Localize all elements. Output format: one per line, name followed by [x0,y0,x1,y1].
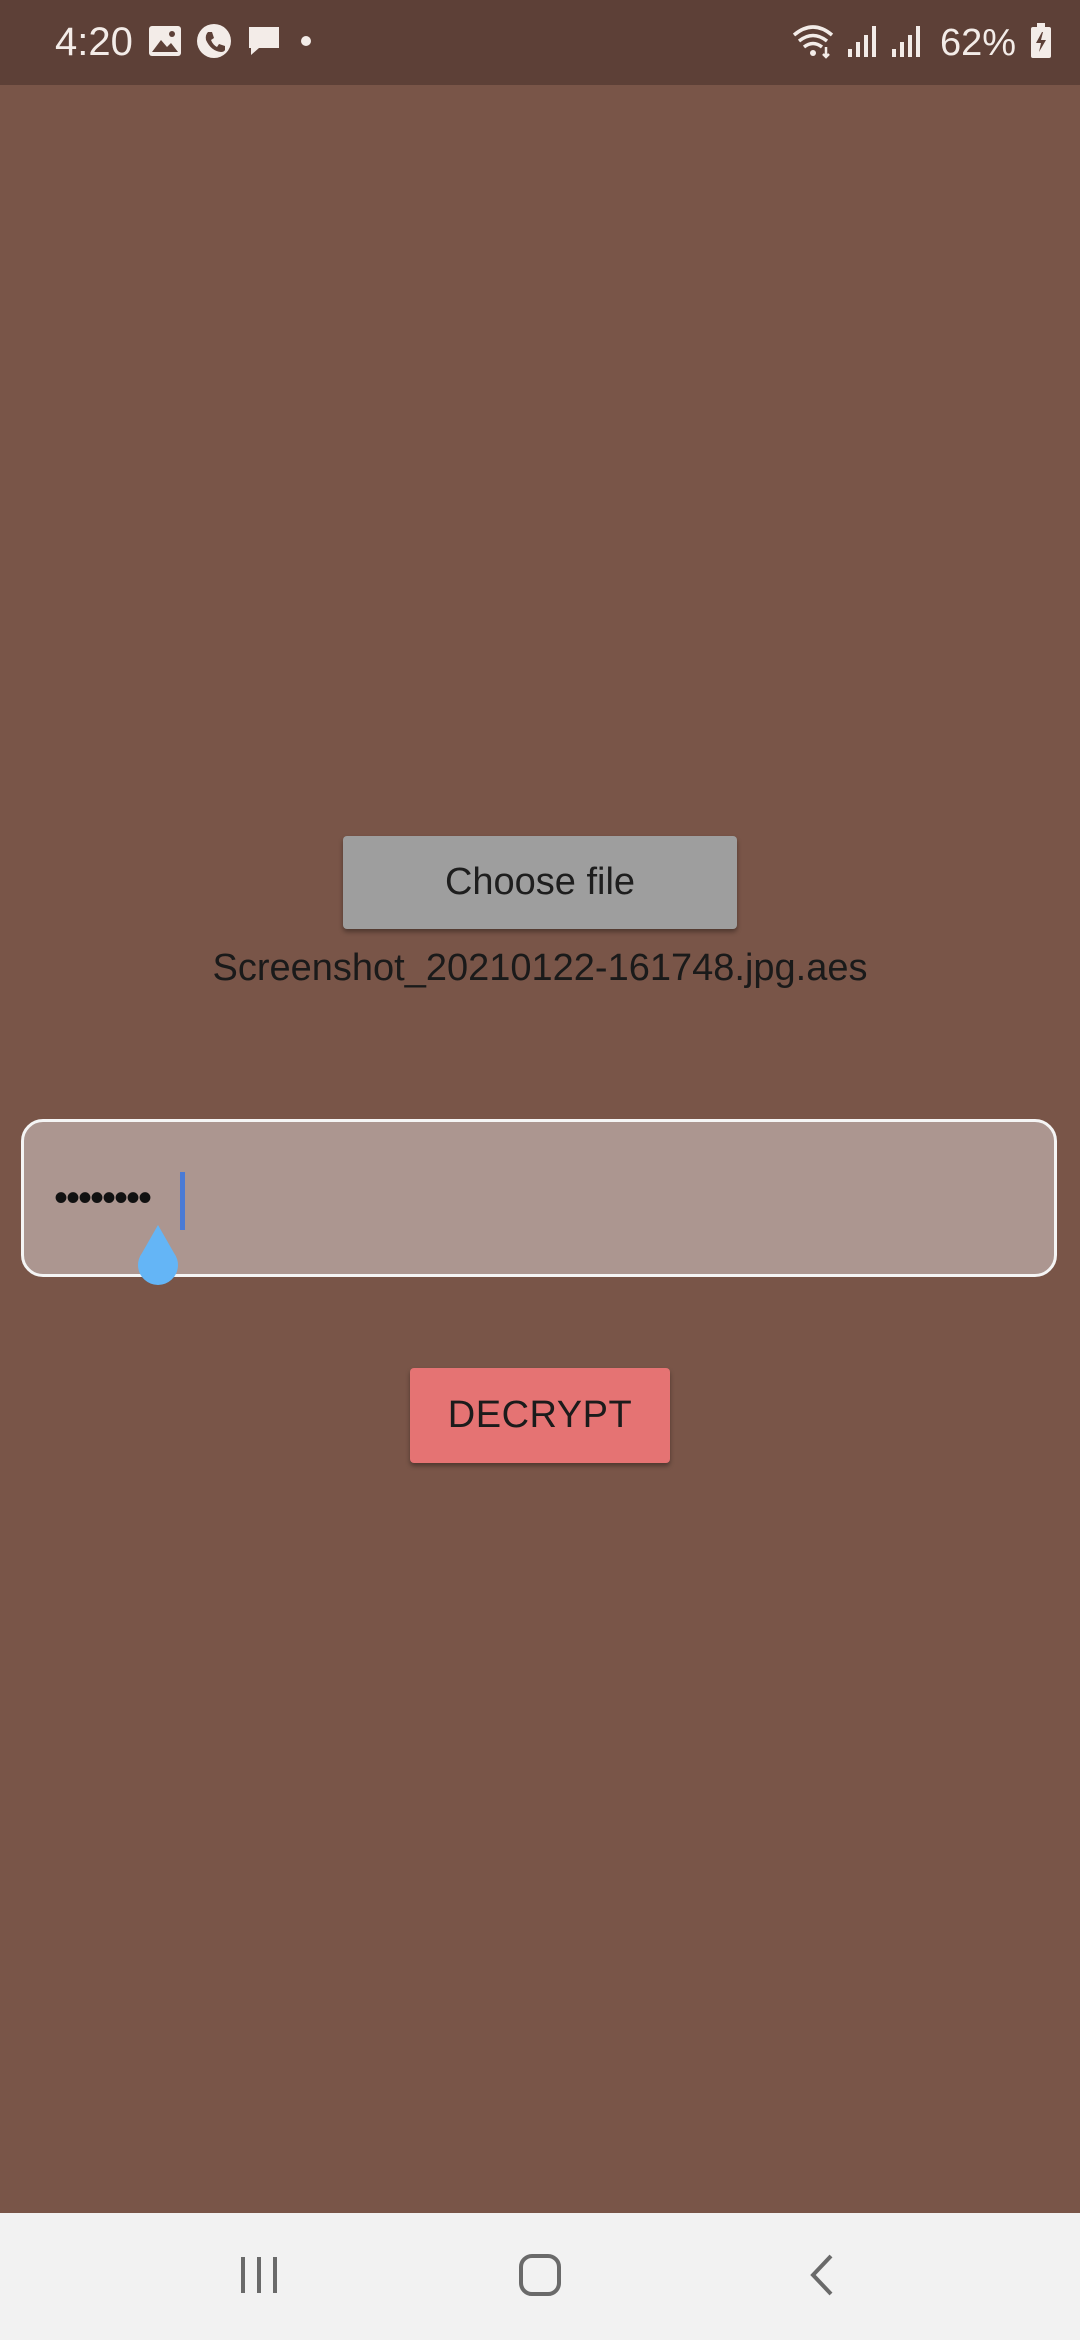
signal-icon [890,23,924,64]
cursor-handle-icon[interactable] [130,1223,186,1293]
password-value: •••••••• [54,1176,152,1220]
status-time: 4:20 [55,20,133,64]
gallery-icon [148,25,182,62]
wifi-icon [790,21,836,66]
text-cursor [180,1172,185,1230]
selected-file-name: Screenshot_20210122-161748.jpg.aes [212,947,868,989]
recent-apps-icon [237,2255,281,2300]
app-screen: 4:20 62% Choose file Screenshot_20210122… [0,0,1080,2340]
notification-icons [148,23,316,63]
home-icon [517,2252,563,2303]
battery-charging-icon [1030,22,1052,64]
status-bar: 4:20 62% [0,0,1080,85]
system-icons: 62% [790,20,1052,66]
navigation-bar [0,2213,1080,2340]
choose-file-button[interactable]: Choose file [343,836,737,929]
home-button[interactable] [490,2237,590,2317]
signal-icon [846,23,880,64]
dot-icon [296,31,316,56]
recent-apps-button[interactable] [209,2237,309,2317]
phone-call-icon [196,23,232,64]
message-icon [246,24,282,63]
battery-percentage: 62% [939,22,1016,64]
back-button[interactable] [772,2237,872,2317]
decrypt-button[interactable]: DECRYPT [410,1368,670,1463]
back-icon [807,2252,837,2303]
